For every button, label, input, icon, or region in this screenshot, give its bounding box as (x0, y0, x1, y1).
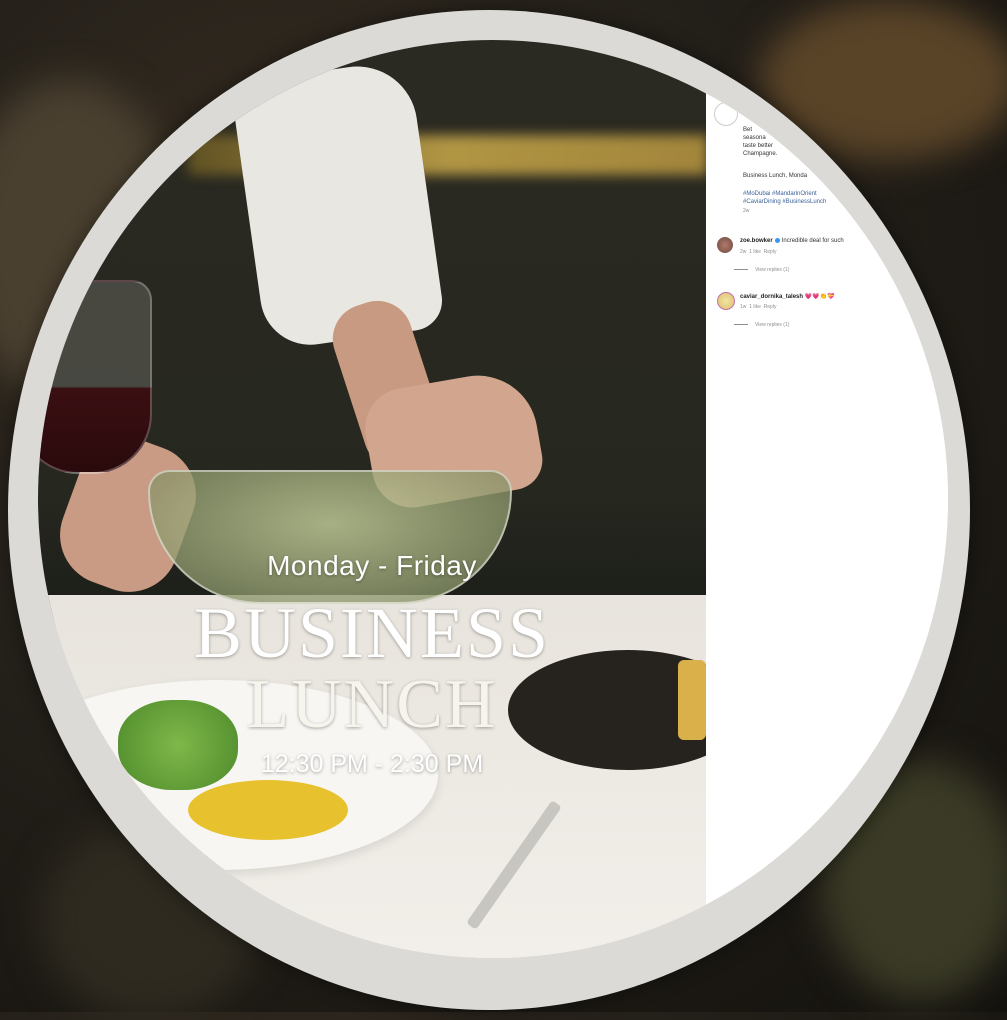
caption-line: seasona (743, 135, 766, 141)
comment-avatar[interactable] (717, 292, 735, 310)
comment-meta: 2w 1 like Reply (740, 249, 776, 255)
comment-likes[interactable]: 1 like (749, 249, 761, 255)
comment-username[interactable]: zoe.bowker Incredible deal for such (740, 238, 844, 244)
post-days-text: Monday - Friday (267, 550, 477, 581)
post-title-lunch: LUNCH (246, 666, 498, 743)
comment-username[interactable]: caviar_dornika_talesh 💗💗👏💝 (740, 293, 835, 300)
post-hours-text: 12:30 PM - 2:30 PM (260, 750, 484, 778)
caption-line: Bet (743, 127, 753, 133)
verified-badge-icon (774, 238, 780, 243)
view-replies-button[interactable]: View replies (1) (734, 267, 789, 273)
caption-line: Business Lunch, Monda (743, 173, 808, 179)
comment-username-text[interactable]: zoe.bowker (740, 238, 773, 244)
comment-likes[interactable]: 1 like (749, 304, 761, 310)
caption-timestamp: 2w (743, 208, 750, 214)
hashtag-link[interactable]: #CaviarDining #BusinessLunch (743, 198, 826, 206)
reply-button[interactable]: Reply (764, 304, 777, 310)
comment-time: 2w (740, 249, 747, 255)
profile-avatar[interactable] (714, 102, 738, 126)
post-title-business: BUSINESS (193, 593, 551, 673)
comment-time: 1w (740, 304, 747, 310)
hashtag-link[interactable]: #MoDubai #MandarinOrient (743, 190, 817, 198)
glass-bowl (148, 470, 512, 604)
comment-item: caviar_dornika_talesh 💗💗👏💝 1w 1 like Rep… (717, 292, 947, 328)
comments-panel: Bet seasona taste better Champagne. Busi… (706, 40, 948, 958)
screenshot-circle: Monday - Friday BUSINESS LUNCH 12:30 PM … (38, 40, 948, 958)
comment-username-text[interactable]: caviar_dornika_talesh (740, 294, 803, 300)
view-replies-button[interactable]: View replies (1) (734, 322, 789, 328)
wine-glass (38, 280, 152, 474)
comment-text: Incredible deal for such (781, 238, 844, 245)
comment-text: 💗💗👏💝 (804, 294, 835, 300)
comment-avatar[interactable] (717, 237, 733, 253)
caption-line: taste better (743, 143, 774, 149)
comment-meta: 1w 1 like Reply (740, 304, 776, 310)
post-image: Monday - Friday BUSINESS LUNCH 12:30 PM … (38, 40, 706, 958)
chef-sleeve (230, 58, 446, 352)
reply-button[interactable]: Reply (764, 249, 777, 255)
sauce (188, 780, 348, 840)
comment-item: zoe.bowker Incredible deal for such 2w 1 … (717, 237, 947, 273)
caption-line: Champagne. (743, 151, 778, 157)
